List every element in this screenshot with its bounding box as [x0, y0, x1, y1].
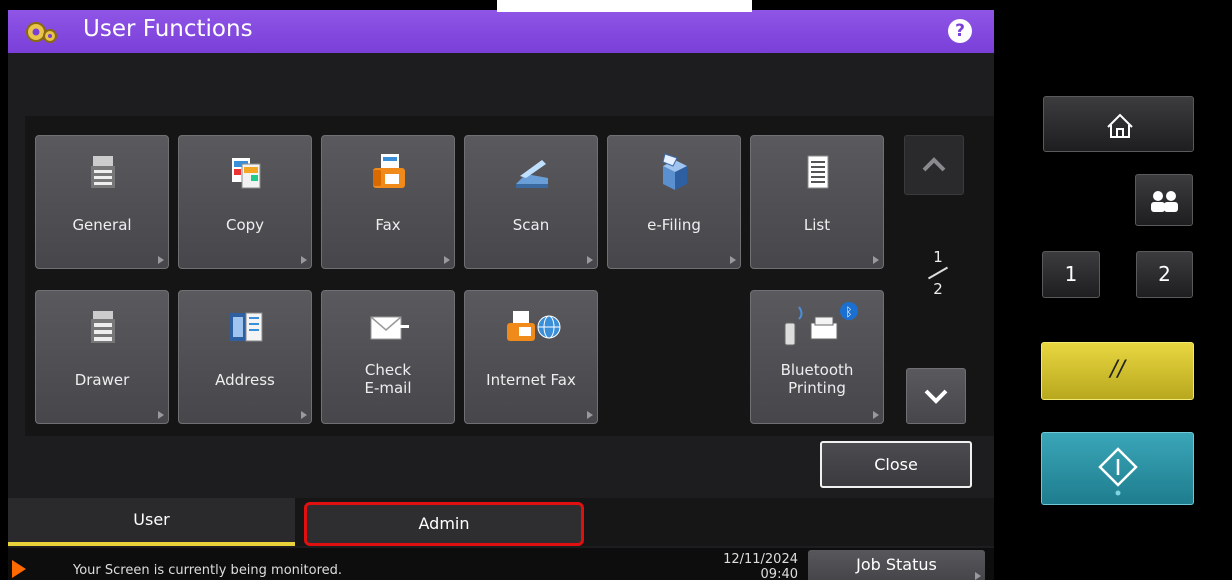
- tile-bluetooth-printing[interactable]: ᛒ Bluetooth Printing: [750, 290, 884, 424]
- memory-1-button[interactable]: 1: [1042, 251, 1100, 298]
- status-time: 09:40: [760, 567, 798, 580]
- scanner-icon: [516, 160, 548, 188]
- expand-arrow-icon: [587, 411, 593, 419]
- play-icon: [12, 560, 26, 578]
- expand-arrow-icon: [158, 256, 164, 264]
- tile-label: Fax: [375, 216, 401, 234]
- status-date: 12/11/2024: [723, 552, 798, 567]
- svg-text:ᛒ: ᛒ: [845, 305, 852, 319]
- tile-label: General: [72, 216, 132, 234]
- job-status-label: Job Status: [856, 555, 937, 574]
- expand-arrow-icon: [730, 256, 736, 264]
- email-envelope-icon: [370, 316, 409, 340]
- reset-button[interactable]: //: [1041, 342, 1194, 400]
- title-bar: User Functions ?: [8, 10, 994, 53]
- drawer-icon: [91, 311, 115, 343]
- tile-drawer[interactable]: Drawer: [35, 290, 169, 424]
- top-strip: [497, 0, 752, 12]
- efiling-box-icon: [662, 153, 687, 190]
- tile-label: Address: [215, 371, 275, 389]
- expand-arrow-icon: [873, 256, 879, 264]
- start-button[interactable]: [1041, 432, 1194, 505]
- page-title: User Functions: [83, 16, 253, 42]
- total-pages: 2: [933, 280, 943, 298]
- chevron-up-icon: [922, 157, 946, 172]
- touch-screen: User Functions ? General Copy Fax Scan e…: [8, 10, 994, 580]
- address-book-icon: [230, 312, 263, 342]
- expand-arrow-icon: [444, 256, 450, 264]
- tile-label: Copy: [225, 216, 265, 234]
- tile-check-email[interactable]: Check E-mail: [321, 290, 455, 424]
- tile-label: Scan: [512, 216, 550, 234]
- login-button[interactable]: [1135, 174, 1193, 226]
- page-indicator: 1 2: [918, 248, 958, 298]
- tile-label: Drawer: [74, 371, 130, 389]
- list-icon: [807, 155, 829, 189]
- tile-address[interactable]: Address: [178, 290, 312, 424]
- tile-copy[interactable]: Copy: [178, 135, 312, 269]
- gear-icon: [26, 22, 57, 43]
- home-button[interactable]: [1043, 96, 1194, 152]
- status-message: Your Screen is currently being monitored…: [73, 563, 343, 578]
- current-page: 1: [933, 248, 943, 266]
- home-icon: [1107, 113, 1133, 138]
- expand-arrow-icon: [587, 256, 593, 264]
- start-icon: [1098, 447, 1138, 496]
- tab-user[interactable]: User: [8, 498, 295, 546]
- tab-admin[interactable]: Admin: [304, 502, 584, 546]
- job-status-button[interactable]: Job Status: [808, 550, 985, 580]
- page-separator: [927, 266, 949, 280]
- tile-efiling[interactable]: e-Filing: [607, 135, 741, 269]
- tile-label: Check E-mail: [364, 361, 412, 397]
- copy-icon: [232, 158, 261, 189]
- tile-label: List: [803, 216, 831, 234]
- tile-scan[interactable]: Scan: [464, 135, 598, 269]
- tile-fax[interactable]: Fax: [321, 135, 455, 269]
- status-bar: Your Screen is currently being monitored…: [8, 548, 994, 580]
- bluetooth-printing-icon: ᛒ: [784, 302, 858, 346]
- close-button[interactable]: Close: [820, 441, 972, 488]
- user-login-icon: [1151, 191, 1178, 212]
- chevron-down-icon: [924, 389, 948, 404]
- copier-icon: [91, 156, 115, 188]
- tile-label: e-Filing: [647, 216, 701, 234]
- expand-arrow-icon: [873, 411, 879, 419]
- memory-2-button[interactable]: 2: [1136, 251, 1193, 298]
- date-time: 12/11/2024 09:40: [698, 552, 798, 580]
- tile-list[interactable]: List: [750, 135, 884, 269]
- expand-arrow-icon: [975, 572, 981, 580]
- scroll-down-button[interactable]: [906, 368, 966, 424]
- internet-fax-icon: [507, 311, 561, 341]
- expand-arrow-icon: [301, 411, 307, 419]
- tile-label: Bluetooth Printing: [780, 361, 854, 397]
- tile-label: Internet Fax: [486, 371, 576, 389]
- tile-internet-fax[interactable]: Internet Fax: [464, 290, 598, 424]
- expand-arrow-icon: [301, 256, 307, 264]
- tile-general[interactable]: General: [35, 135, 169, 269]
- expand-arrow-icon: [158, 411, 164, 419]
- fax-icon: [373, 154, 405, 188]
- help-icon[interactable]: ?: [948, 19, 972, 43]
- scroll-up-button[interactable]: [904, 135, 964, 195]
